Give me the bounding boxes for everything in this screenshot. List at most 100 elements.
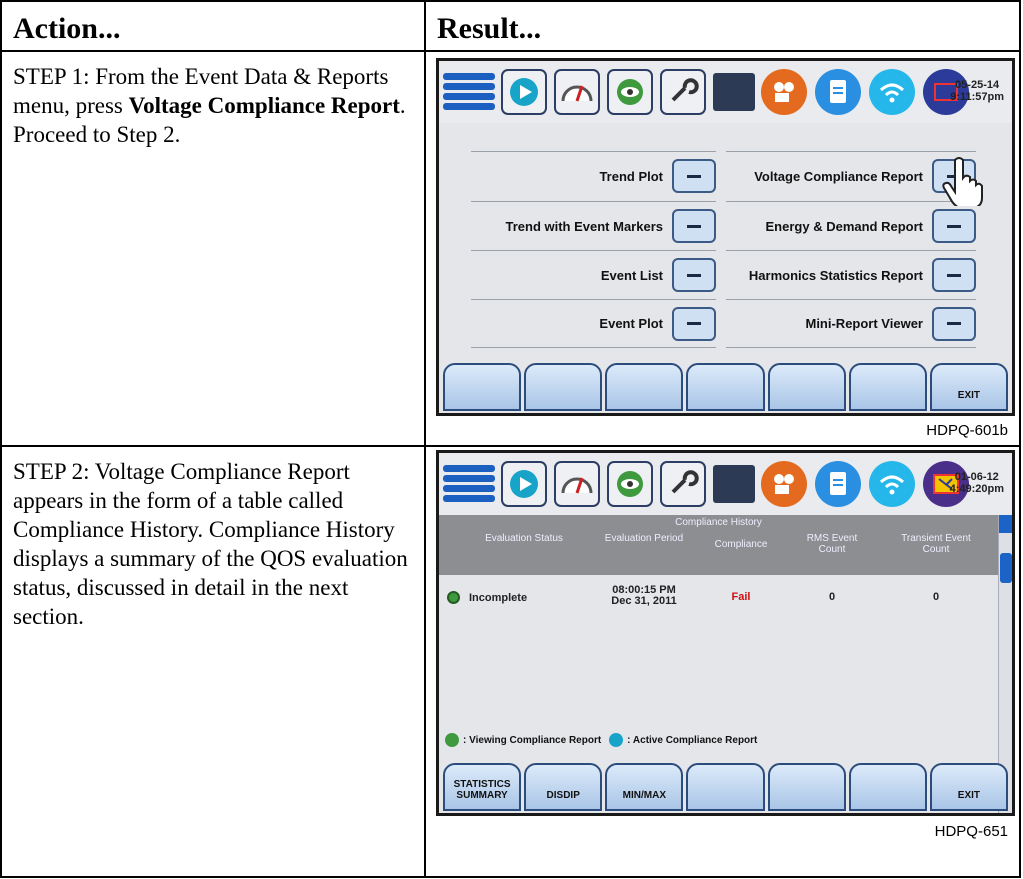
menu-label: Trend Plot bbox=[599, 168, 663, 184]
column-header: Evaluation Period bbox=[604, 533, 684, 544]
active-report-icon bbox=[609, 733, 624, 747]
clock-time: 9:11:57pm bbox=[950, 91, 1004, 103]
viewing-report-icon bbox=[447, 591, 460, 604]
menu-item-harmonics-statistics-report[interactable]: Harmonics Statistics Report bbox=[726, 250, 976, 299]
status-cell: Incomplete bbox=[469, 592, 528, 604]
exit-button[interactable]: EXIT bbox=[929, 763, 1008, 811]
clock-date: 01-06-12 bbox=[954, 471, 999, 483]
step1-result-cell: 05-25-14 9:11:57pm Trend Plot Trend with … bbox=[426, 52, 1021, 447]
menu-button[interactable] bbox=[672, 159, 716, 193]
clock: 05-25-14 9:11:57pm bbox=[950, 79, 1004, 103]
menu-icon[interactable] bbox=[443, 71, 495, 113]
menu-label: Event Plot bbox=[599, 316, 663, 331]
toolbar: 01-06-12 4:49:20pm bbox=[439, 453, 1012, 515]
exit-button[interactable]: EXIT bbox=[929, 363, 1008, 411]
screen-event-data-menu: 05-25-14 9:11:57pm Trend Plot Trend with … bbox=[436, 58, 1015, 416]
screen-compliance-history: 01-06-12 4:49:20pm Compliance History Eva… bbox=[436, 450, 1015, 816]
menu-item-trend-with-event-markers[interactable]: Trend with Event Markers bbox=[471, 201, 716, 250]
hand-pointer-icon bbox=[941, 156, 985, 209]
menu-item-energy-demand-report[interactable]: Energy & Demand Report bbox=[726, 201, 976, 250]
step1-text-cell: STEP 1: From the Event Data & Reports me… bbox=[2, 52, 426, 447]
softkey-6[interactable] bbox=[848, 763, 927, 811]
menu-item-event-list[interactable]: Event List bbox=[471, 250, 716, 299]
menu-button[interactable] bbox=[672, 209, 716, 243]
softkey-1[interactable] bbox=[443, 363, 522, 411]
table-title: Compliance History bbox=[675, 517, 762, 528]
period-date-cell: Dec 31, 2011 bbox=[611, 595, 677, 607]
play-icon[interactable] bbox=[501, 461, 547, 507]
scroll-thumb[interactable] bbox=[1000, 553, 1012, 583]
menu-item-trend-plot[interactable]: Trend Plot bbox=[471, 151, 716, 200]
statistics-summary-button[interactable]: STATISTICS SUMMARY bbox=[443, 763, 522, 811]
softkey-2[interactable] bbox=[524, 363, 603, 411]
monitor-icon[interactable] bbox=[713, 73, 755, 111]
step2-text-cell: STEP 2: Voltage Compliance Report appear… bbox=[2, 447, 426, 878]
menu-label: Voltage Compliance Report bbox=[754, 168, 923, 184]
column-header: Evaluation Status bbox=[485, 533, 563, 544]
step1-text: STEP 1: From the Event Data & Reports me… bbox=[2, 52, 424, 149]
menu-button[interactable] bbox=[932, 209, 976, 243]
document-icon[interactable] bbox=[815, 461, 861, 507]
column-header: Compliance bbox=[714, 539, 768, 550]
softkey-bar: STATISTICS SUMMARY DISDIP MIN/MAX EXIT bbox=[443, 763, 1008, 811]
legend-viewing-label: : Viewing Compliance Report bbox=[463, 734, 602, 746]
menu-item-event-plot[interactable]: Event Plot bbox=[471, 299, 716, 348]
wrench-icon[interactable] bbox=[660, 69, 706, 115]
wireless-icon[interactable] bbox=[869, 461, 915, 507]
figure-caption: HDPQ-601b bbox=[926, 422, 1008, 439]
camera-icon[interactable] bbox=[761, 69, 807, 115]
menu-button[interactable] bbox=[932, 258, 976, 292]
document-table: Action... Result... STEP 1: From the Eve… bbox=[0, 0, 1021, 878]
column-header: Transient Event Count bbox=[901, 533, 971, 555]
legend: : Viewing Compliance Report : Active Com… bbox=[445, 733, 757, 747]
softkey-6[interactable] bbox=[848, 363, 927, 411]
monitor-icon[interactable] bbox=[713, 465, 755, 503]
viewing-report-icon bbox=[445, 733, 459, 747]
action-header-cell: Action... bbox=[2, 2, 426, 52]
clock-time: 4:49:20pm bbox=[949, 483, 1004, 495]
column-header: RMS Event Count bbox=[806, 533, 858, 555]
clock-date: 05-25-14 bbox=[955, 79, 1000, 91]
step2-text: STEP 2: Voltage Compliance Report appear… bbox=[13, 459, 408, 629]
action-header: Action... bbox=[13, 12, 121, 45]
wrench-icon[interactable] bbox=[660, 461, 706, 507]
meter-icon[interactable] bbox=[554, 461, 600, 507]
menu-button[interactable] bbox=[672, 258, 716, 292]
menu-label: Event List bbox=[600, 267, 663, 283]
softkey-5[interactable] bbox=[767, 363, 846, 411]
menu-item-voltage-compliance-report[interactable]: Voltage Compliance Report bbox=[726, 151, 976, 200]
play-icon[interactable] bbox=[501, 69, 547, 115]
document-icon[interactable] bbox=[815, 69, 861, 115]
result-header-cell: Result... bbox=[426, 2, 1021, 52]
toolbar: 05-25-14 9:11:57pm bbox=[439, 61, 1012, 123]
rms-count-cell: 0 bbox=[828, 591, 836, 603]
menu-label: Mini-Report Viewer bbox=[805, 316, 923, 331]
softkey-3[interactable] bbox=[605, 363, 684, 411]
softkey-bar: EXIT bbox=[443, 363, 1008, 411]
wireless-icon[interactable] bbox=[869, 69, 915, 115]
compliance-cell: Fail bbox=[731, 591, 751, 603]
clock: 01-06-12 4:49:20pm bbox=[950, 471, 1004, 495]
disdip-button[interactable]: DISDIP bbox=[524, 763, 603, 811]
softkey-4[interactable] bbox=[686, 363, 765, 411]
legend-active-label: : Active Compliance Report bbox=[627, 734, 758, 746]
menu-button[interactable] bbox=[672, 306, 716, 341]
scope-icon[interactable] bbox=[607, 461, 653, 507]
menu-icon[interactable] bbox=[443, 463, 495, 505]
scope-icon[interactable] bbox=[607, 69, 653, 115]
figure-caption: HDPQ-651 bbox=[934, 823, 1008, 840]
step1-text-bold: Voltage Compliance Report bbox=[128, 93, 400, 118]
softkey-4[interactable] bbox=[686, 763, 765, 811]
menu-item-mini-report-viewer[interactable]: Mini-Report Viewer bbox=[726, 299, 976, 348]
camera-icon[interactable] bbox=[761, 461, 807, 507]
scroll-up-button[interactable] bbox=[999, 515, 1012, 533]
min-max-button[interactable]: MIN/MAX bbox=[605, 763, 684, 811]
menu-label: Harmonics Statistics Report bbox=[748, 267, 923, 283]
result-header: Result... bbox=[437, 12, 542, 45]
menu-label: Energy & Demand Report bbox=[765, 218, 923, 234]
menu-label: Trend with Event Markers bbox=[505, 218, 664, 234]
softkey-5[interactable] bbox=[767, 763, 846, 811]
meter-icon[interactable] bbox=[554, 69, 600, 115]
step2-result-cell: 01-06-12 4:49:20pm Compliance History Eva… bbox=[426, 447, 1021, 878]
menu-button[interactable] bbox=[932, 306, 976, 341]
